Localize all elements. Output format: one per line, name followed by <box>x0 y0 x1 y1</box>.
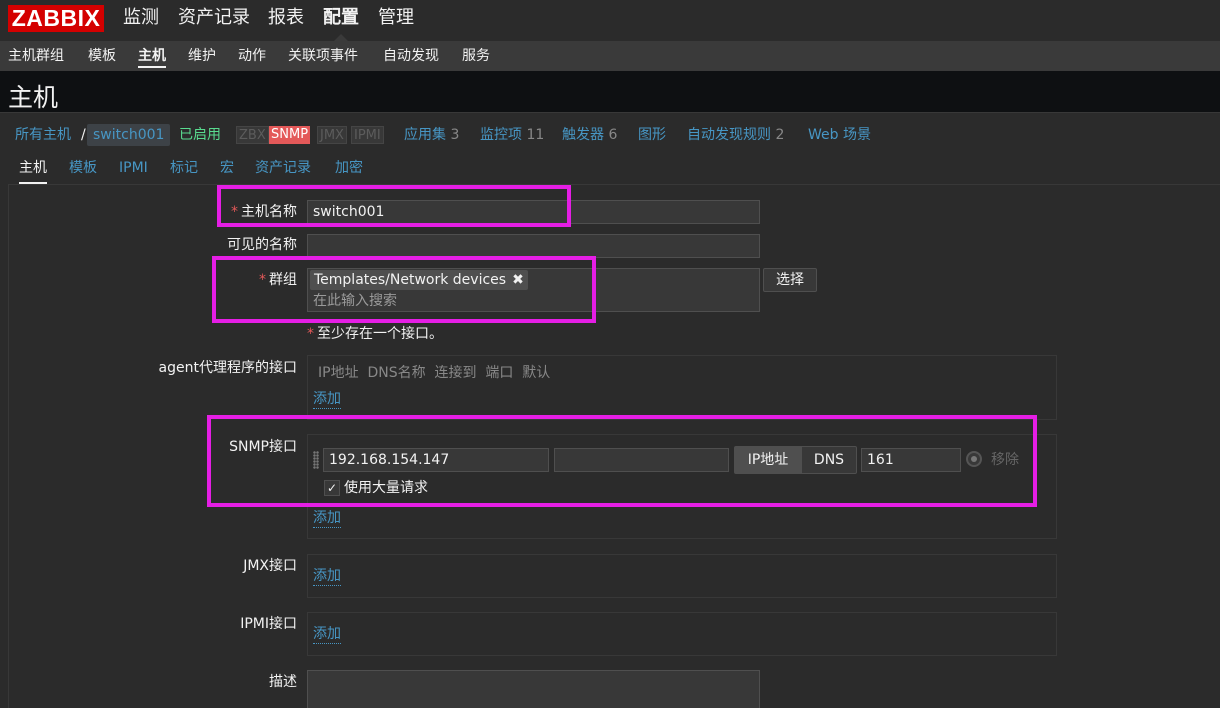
menu-administration[interactable]: 管理 <box>378 6 414 30</box>
required-mark: * <box>307 326 314 342</box>
add-ipmi-interface-link[interactable]: 添加 <box>313 625 341 644</box>
add-snmp-interface-link[interactable]: 添加 <box>313 509 341 528</box>
triggers-link-label[interactable]: 触发器 <box>562 127 604 143</box>
menu-monitoring[interactable]: 监测 <box>123 6 159 30</box>
highlight-groups <box>212 256 596 323</box>
tab-host[interactable]: 主机 <box>19 159 47 184</box>
interface-warning: * 至少存在一个接口。 <box>307 325 443 343</box>
subnav-maintenance[interactable]: 维护 <box>188 46 216 66</box>
discovery-rules-link-label[interactable]: 自动发现规则 <box>687 127 771 143</box>
tab-encryption[interactable]: 加密 <box>335 159 363 177</box>
ipmi-interfaces-panel <box>307 612 1057 656</box>
subnav-discovery[interactable]: 自动发现 <box>383 46 439 66</box>
interface-table-headers: IP地址 DNS名称 连接到 端口 默认 <box>318 365 551 381</box>
tab-tags[interactable]: 标记 <box>170 159 198 177</box>
subnav-services[interactable]: 服务 <box>462 46 490 66</box>
tab-ipmi[interactable]: IPMI <box>119 159 148 177</box>
jmx-interfaces-panel <box>307 554 1057 598</box>
breadcrumb-separator: / <box>81 127 86 143</box>
graphs-link[interactable]: 图形 <box>638 126 666 144</box>
menu-configuration[interactable]: 配置 <box>323 6 359 30</box>
triggers-count: 6 <box>608 127 618 143</box>
web-scenarios-link-label[interactable]: Web 场景 <box>808 127 871 143</box>
applications-link[interactable]: 应用集 3 <box>404 126 459 144</box>
subnav-host-groups[interactable]: 主机群组 <box>8 46 64 66</box>
items-count: 11 <box>526 127 545 143</box>
subnav-event-correlation[interactable]: 关联项事件 <box>288 46 358 66</box>
ipmi-interfaces-label: IPMI接口 <box>240 616 297 632</box>
graphs-link-label[interactable]: 图形 <box>638 127 666 143</box>
items-link-label[interactable]: 监控项 <box>480 127 522 143</box>
sub-navigation: 主机群组 模板 主机 维护 动作 关联项事件 自动发现 服务 <box>0 41 1220 71</box>
ipmi-availability-badge: IPMI <box>351 126 384 144</box>
items-link[interactable]: 监控项 11 <box>480 126 544 144</box>
applications-link-label[interactable]: 应用集 <box>404 127 446 143</box>
web-scenarios-link[interactable]: Web 场景 <box>808 126 871 144</box>
highlight-host-name <box>217 185 571 227</box>
select-groups-button[interactable]: 选择 <box>763 268 817 292</box>
visible-name-input[interactable] <box>307 234 760 258</box>
jmx-interfaces-label: JMX接口 <box>243 558 297 574</box>
snmp-availability-badge: SNMP <box>269 126 311 144</box>
top-navigation: ZABBIX 监测 资产记录 报表 配置 管理 <box>0 0 1220 41</box>
jmx-availability-badge: JMX <box>317 126 347 144</box>
menu-inventory[interactable]: 资产记录 <box>178 6 250 30</box>
host-form-tabs: 主机 模板 IPMI 标记 宏 资产记录 加密 <box>8 153 1220 185</box>
menu-reports[interactable]: 报表 <box>268 6 304 30</box>
breadcrumb-all-hosts[interactable]: 所有主机 <box>15 126 71 144</box>
host-status-enabled[interactable]: 已启用 <box>179 126 221 144</box>
description-label: 描述 <box>269 674 297 690</box>
zbx-availability-badge: ZBX <box>236 126 269 144</box>
applications-count: 3 <box>450 127 460 143</box>
host-breadcrumb: 所有主机 / switch001 已启用 ZBX SNMP JMX IPMI 应… <box>0 113 1220 153</box>
description-textarea[interactable] <box>307 670 760 708</box>
subnav-actions[interactable]: 动作 <box>238 46 266 66</box>
subnav-templates[interactable]: 模板 <box>88 46 116 66</box>
zabbix-logo[interactable]: ZABBIX <box>8 5 104 32</box>
add-agent-interface-link[interactable]: 添加 <box>313 390 341 409</box>
page-header: 主机 <box>0 71 1220 113</box>
agent-interfaces-label: agent代理程序的接口 <box>158 360 297 376</box>
tab-inventory[interactable]: 资产记录 <box>255 159 311 177</box>
breadcrumb-current-host[interactable]: switch001 <box>87 124 171 146</box>
add-jmx-interface-link[interactable]: 添加 <box>313 567 341 586</box>
subnav-hosts[interactable]: 主机 <box>138 46 166 68</box>
interface-warning-text: 至少存在一个接口。 <box>317 326 443 342</box>
page-title: 主机 <box>8 83 59 112</box>
discovery-rules-link[interactable]: 自动发现规则 2 <box>687 126 784 144</box>
highlight-snmp-interface <box>207 415 1037 507</box>
discovery-rules-count: 2 <box>775 127 785 143</box>
tab-templates[interactable]: 模板 <box>69 159 97 177</box>
active-menu-caret <box>334 34 348 41</box>
visible-name-label: 可见的名称 <box>227 237 297 253</box>
triggers-link[interactable]: 触发器 6 <box>562 126 617 144</box>
tab-macros[interactable]: 宏 <box>220 159 234 177</box>
